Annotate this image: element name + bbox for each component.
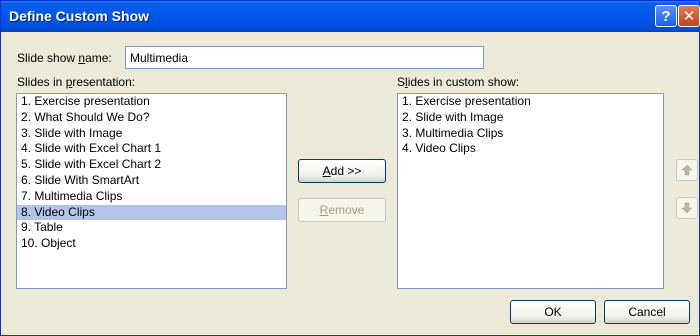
list-item[interactable]: 8. Video Clips (17, 204, 286, 221)
list-item[interactable]: 10. Object (17, 236, 286, 252)
list-item[interactable]: 3. Slide with Image (17, 126, 286, 142)
help-icon: ? (661, 7, 671, 25)
cancel-button[interactable]: Cancel (604, 300, 690, 324)
label-part: resentation: (72, 75, 136, 89)
move-up-button[interactable] (676, 159, 698, 181)
slides-in-presentation-list[interactable]: 1. Exercise presentation 2. What Should W… (16, 93, 287, 289)
button-label: emove (328, 203, 365, 217)
label-part: S (397, 75, 406, 89)
ok-button[interactable]: OK (510, 300, 596, 324)
slide-show-name-label: Slide show name: (17, 51, 112, 65)
arrow-up-icon (681, 164, 693, 176)
label-part: Slides in (17, 75, 66, 89)
close-button[interactable]: ✕ (678, 5, 700, 27)
label-part: ame: (85, 51, 112, 65)
list-item[interactable]: 7. Multimedia Clips (17, 189, 286, 205)
button-accelerator: A (322, 164, 331, 178)
button-accelerator: R (319, 203, 329, 217)
list-item[interactable]: 1. Exercise presentation (17, 94, 286, 110)
label-part: ides in custom show: (407, 75, 520, 89)
help-button[interactable]: ? (655, 5, 677, 27)
slide-show-name-input[interactable] (125, 46, 484, 69)
list-item[interactable]: 6. Slide With SmartArt (17, 173, 286, 189)
list-item[interactable]: 2. What Should We Do? (17, 110, 286, 126)
list-item[interactable]: 5. Slide with Excel Chart 2 (17, 157, 286, 173)
label-part: Slide show (17, 51, 79, 65)
list-item[interactable]: 2. Slide with Image (398, 110, 663, 126)
close-icon: ✕ (682, 8, 696, 25)
add-button[interactable]: Add >> (298, 159, 386, 183)
slides-in-presentation-label: Slides in presentation: (17, 75, 135, 89)
remove-button[interactable]: Remove (298, 198, 386, 222)
window-title: Define Custom Show (9, 8, 150, 24)
define-custom-show-dialog: Define Custom Show ? ✕ Slide show name: … (0, 0, 700, 336)
title-bar[interactable]: Define Custom Show ? ✕ (1, 1, 700, 32)
list-item[interactable]: 3. Multimedia Clips (398, 126, 663, 142)
list-item[interactable]: 9. Table (17, 220, 286, 236)
list-item[interactable]: 4. Slide with Excel Chart 1 (17, 141, 286, 157)
slides-in-custom-show-label: Slides in custom show: (397, 75, 519, 89)
slides-in-custom-show-list[interactable]: 1. Exercise presentation 2. Slide with Im… (397, 93, 664, 289)
arrow-down-icon (681, 202, 693, 214)
list-item[interactable]: 1. Exercise presentation (398, 94, 663, 110)
move-down-button[interactable] (676, 197, 698, 219)
list-item[interactable]: 4. Video Clips (398, 141, 663, 157)
button-label: dd >> (330, 164, 362, 178)
